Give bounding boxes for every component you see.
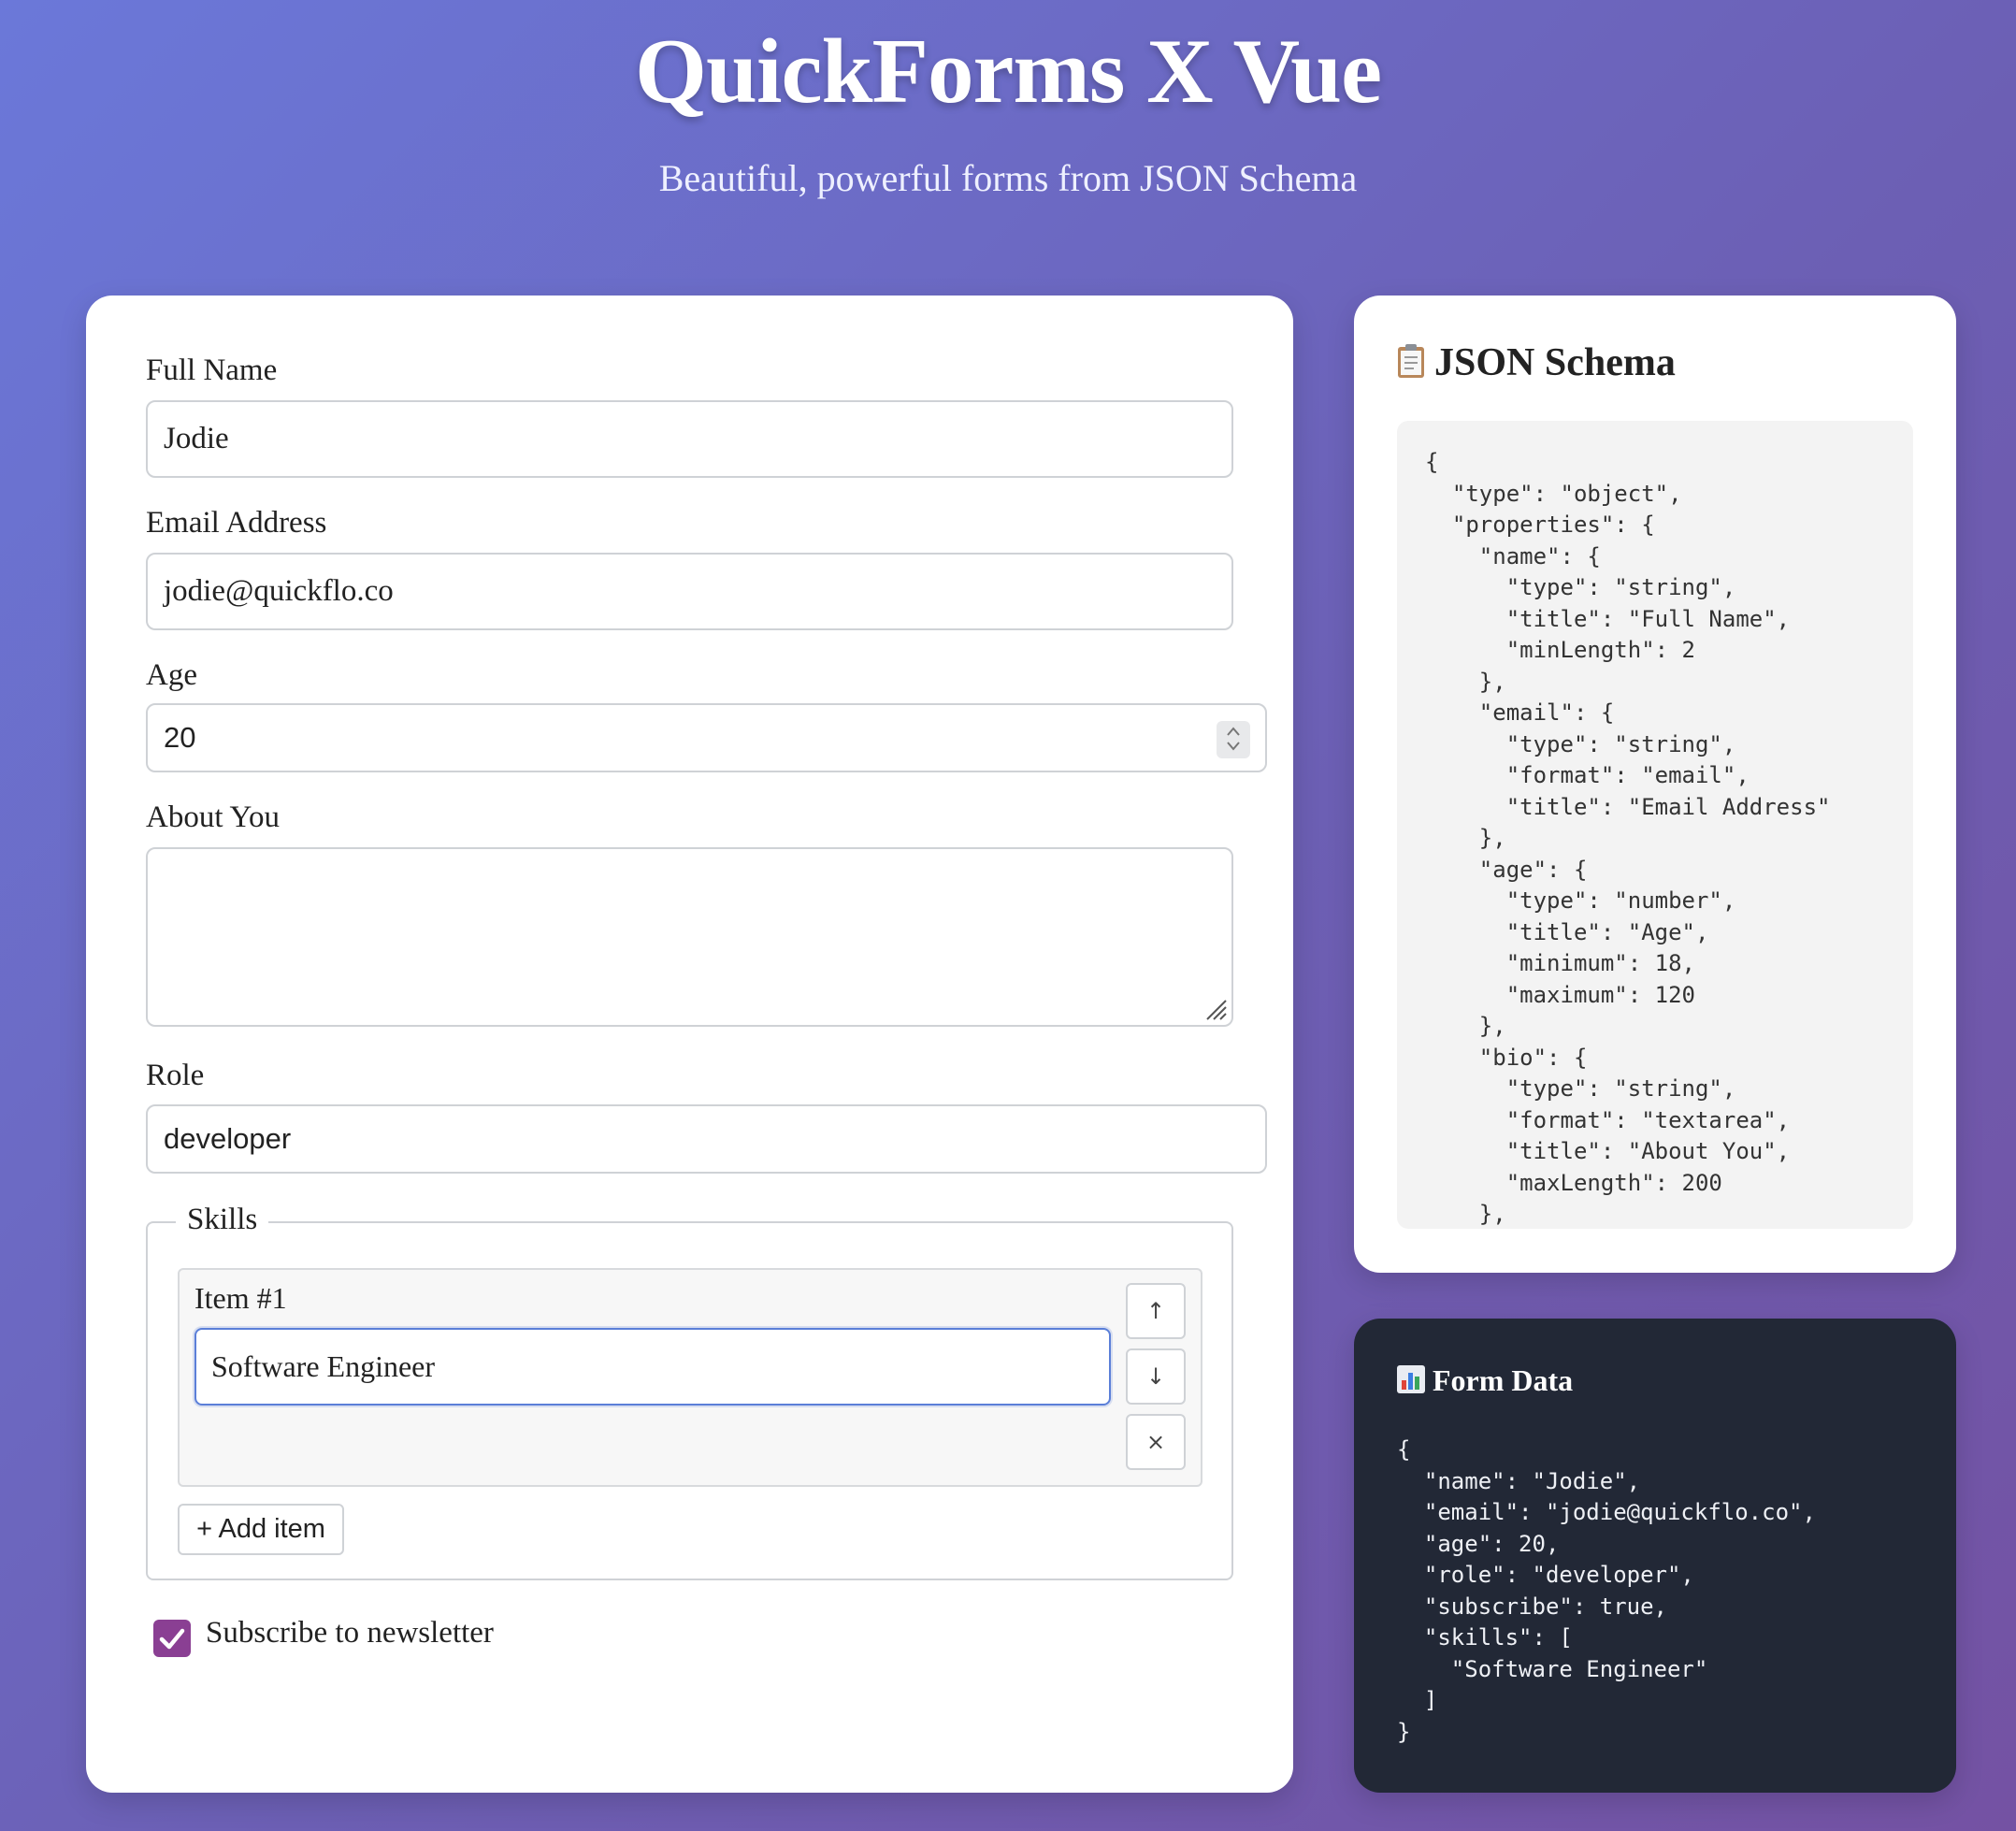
form-data-card: Form Data { "name": "Jodie", "email": "j… [1354,1319,1956,1793]
schema-title-text: JSON Schema [1434,341,1676,384]
email-input[interactable]: jodie@quickflo.co [146,553,1233,630]
schema-title: JSON Schema [1397,340,1676,385]
form-data-title: Form Data [1397,1363,1573,1398]
skills-legend: Skills [176,1203,269,1237]
page-title: QuickForms X Vue [634,21,1382,123]
about-you-textarea[interactable] [146,847,1233,1027]
subscribe-checkbox[interactable] [153,1620,191,1657]
json-schema-card: JSON Schema { "type": "object", "propert… [1354,296,1956,1273]
arrow-down-icon: ↓ [1145,1363,1166,1390]
page-subtitle: Beautiful, powerful forms from JSON Sche… [658,157,1358,199]
move-down-button[interactable]: ↓ [1126,1348,1186,1405]
item-label: Item #1 [194,1281,287,1315]
full-name-input[interactable]: Jodie [146,400,1233,478]
skills-item: Item #1 Software Engineer ↑ ↓ × [178,1268,1202,1487]
spinner-arrows-icon [1227,727,1240,751]
bio-label: About You [146,800,281,834]
skill-item-input[interactable]: Software Engineer [194,1328,1111,1406]
age-value: 20 [164,721,196,754]
age-label: Age [146,658,197,692]
remove-item-button[interactable]: × [1126,1414,1186,1470]
move-up-button[interactable]: ↑ [1126,1283,1186,1339]
name-label: Full Name [146,353,278,387]
role-input[interactable]: developer [146,1104,1267,1174]
resize-handle-icon[interactable] [1203,997,1228,1021]
age-input[interactable]: 20 [146,703,1267,772]
form-data-title-text: Form Data [1433,1363,1574,1397]
checkmark-icon [159,1628,185,1650]
subscribe-label[interactable]: Subscribe to newsletter [206,1616,494,1651]
schema-code-box: { "type": "object", "properties": { "nam… [1397,421,1913,1229]
form-card: Full Name Jodie Email Address jodie@quic… [86,296,1293,1793]
clipboard-icon [1397,343,1425,379]
email-label: Email Address [146,506,327,540]
close-icon: × [1145,1429,1166,1455]
bar-chart-icon [1397,1365,1425,1393]
schema-code: { "type": "object", "properties": { "nam… [1425,449,1831,1227]
skills-fieldset: Skills Item #1 Software Engineer ↑ ↓ × +… [146,1203,1233,1580]
add-item-button[interactable]: + Add item [178,1504,344,1555]
arrow-up-icon: ↑ [1145,1298,1166,1324]
number-spinner[interactable] [1217,721,1250,758]
form-data-code: { "name": "Jodie", "email": "jodie@quick… [1397,1436,1816,1745]
role-label: Role [146,1059,205,1092]
